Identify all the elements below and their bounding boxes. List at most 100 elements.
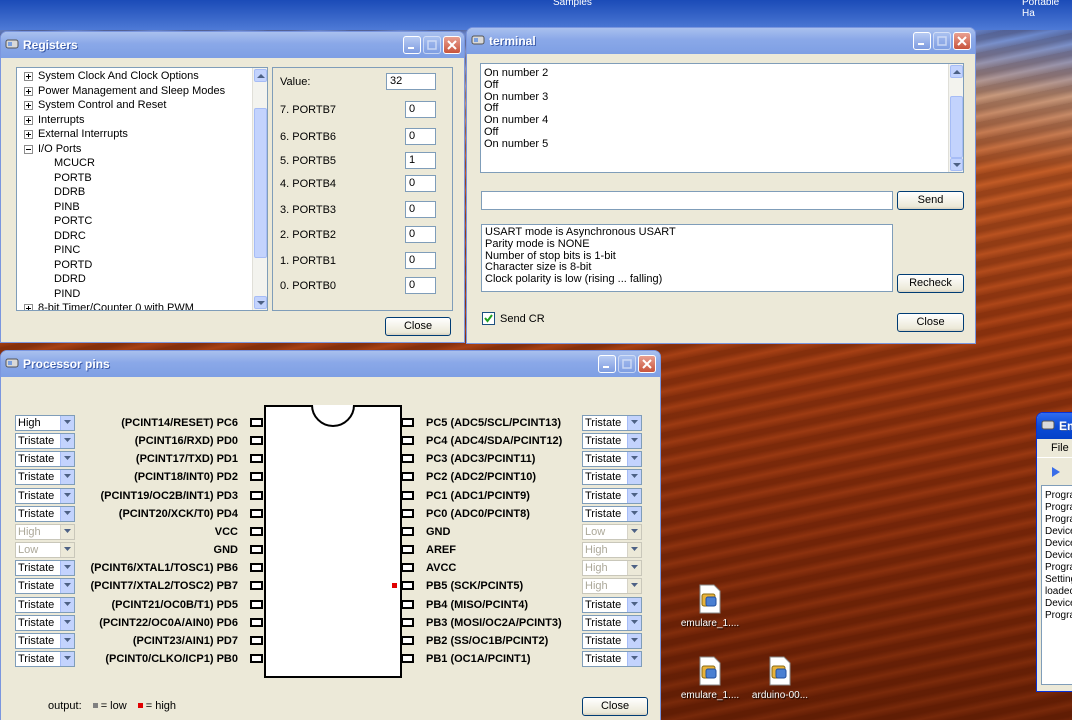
pin-label: GND — [213, 544, 238, 557]
legend-high-swatch — [137, 703, 143, 708]
pin-label: PB5 (SCK/PCINT5) — [426, 580, 524, 593]
maximize-icon — [622, 359, 632, 369]
pin-state-select[interactable]: Tristate — [582, 632, 642, 649]
minimize-icon — [408, 47, 414, 49]
expand-plus-icon[interactable] — [24, 115, 33, 125]
app-icon — [1041, 420, 1055, 430]
pins-close-button[interactable]: Close — [582, 697, 648, 716]
recheck-button[interactable]: Recheck — [897, 274, 964, 293]
close-window-button[interactable] — [638, 355, 656, 373]
pin-state-select[interactable]: Tristate — [582, 505, 642, 522]
register-tree[interactable]: System Clock And Clock Options Power Mana… — [16, 67, 268, 311]
pin-state-value: Tristate — [585, 471, 622, 484]
registers-titlebar[interactable]: Registers — [1, 32, 464, 58]
pin-state-select[interactable]: Tristate — [582, 469, 642, 486]
collapse-minus-icon[interactable] — [24, 144, 33, 154]
output-scrollbar[interactable] — [948, 64, 963, 172]
chevron-down-icon[interactable] — [627, 452, 641, 467]
pin-state-select[interactable]: Tristate — [582, 433, 642, 450]
desktop-icon-emulare-1[interactable]: emulare_1.... — [670, 584, 750, 629]
pin-state-select[interactable]: Tristate — [582, 487, 642, 504]
desktop-icon-arduino[interactable]: arduino-00... — [740, 656, 820, 701]
terminal-output[interactable]: On number 2 Off On number 3 Off On numbe… — [480, 63, 964, 173]
pin-label: PC1 (ADC1/PCINT9) — [426, 489, 530, 502]
scroll-down-icon[interactable] — [950, 158, 963, 171]
expand-plus-icon[interactable] — [24, 304, 33, 310]
menu-file[interactable]: File — [1051, 442, 1069, 454]
minimize-button[interactable] — [913, 32, 931, 50]
legend-low-swatch — [92, 703, 98, 708]
pin-state-select[interactable]: Tristate — [582, 451, 642, 468]
terminal-close-button[interactable]: Close — [897, 313, 964, 332]
pin-stub — [401, 526, 414, 536]
desktop-icon-emulare-2[interactable]: emulare_1.... — [670, 656, 750, 701]
expand-plus-icon[interactable] — [24, 101, 33, 110]
pin-label: PC2 (ADC2/PCINT10) — [426, 471, 537, 484]
pin-label: (PCINT14/RESET) PC6 — [121, 417, 238, 429]
chevron-down-icon[interactable] — [627, 506, 641, 521]
bit-label: 3. PORTB3 — [280, 204, 337, 216]
chip-body — [264, 405, 402, 678]
chevron-down-icon[interactable] — [627, 488, 641, 503]
send-button[interactable]: Send — [897, 191, 964, 210]
pin-state-value: Tristate — [585, 489, 622, 502]
bit-value-field[interactable]: 1 — [405, 152, 436, 169]
bit-value-field[interactable]: 0 — [405, 252, 436, 269]
top-fragment-left: Samples — [553, 0, 592, 8]
pin-label: (PCINT17/TXD) PD1 — [135, 453, 238, 466]
pin-stub — [250, 526, 263, 536]
pin-state-select[interactable]: Tristate — [582, 614, 642, 631]
expand-plus-icon[interactable] — [24, 130, 33, 139]
bit-value-field[interactable]: 0 — [405, 128, 436, 145]
chevron-down-icon[interactable] — [627, 434, 641, 449]
processor-pins-titlebar[interactable]: Processor pins — [1, 351, 660, 377]
expand-plus-icon[interactable] — [24, 86, 33, 96]
send-cr-checkbox[interactable] — [482, 312, 495, 325]
bit-value-field[interactable]: 0 — [405, 101, 436, 118]
registers-close-button[interactable]: Close — [385, 317, 451, 336]
tree-item-label: DDRC — [54, 229, 86, 242]
terminal-titlebar[interactable]: terminal — [467, 28, 975, 54]
chevron-down-icon[interactable] — [627, 651, 641, 666]
tree-item-label: 8-bit Timer/Counter 0 with PWM — [38, 302, 194, 311]
pin-state-select[interactable]: Tristate — [582, 596, 642, 613]
minimize-button[interactable] — [598, 355, 616, 373]
chevron-down-icon — [627, 579, 641, 594]
tree-scrollbar[interactable] — [252, 68, 267, 310]
bit-value-field[interactable]: 0 — [405, 226, 436, 243]
bit-value-field[interactable]: 0 — [405, 201, 436, 218]
minimize-button[interactable] — [403, 36, 421, 54]
close-window-button[interactable] — [443, 36, 461, 54]
terminal-input[interactable] — [481, 191, 893, 210]
expand-plus-icon[interactable] — [24, 72, 33, 81]
file-icon — [697, 584, 723, 614]
pin-label: (PCINT20/XCK/T0) PD4 — [118, 507, 238, 520]
pin-state-select: High — [582, 542, 642, 559]
log-line: Progra — [1045, 610, 1072, 621]
close-icon — [642, 359, 652, 369]
processor-pins-title: Processor pins — [23, 357, 110, 371]
chevron-down-icon[interactable] — [627, 615, 641, 630]
scroll-thumb[interactable] — [254, 108, 267, 258]
file-icon — [767, 656, 793, 686]
chevron-down-icon[interactable] — [627, 633, 641, 648]
pin-state-select[interactable]: Tristate — [582, 650, 642, 667]
scroll-up-icon[interactable] — [254, 69, 267, 82]
pin-state-select[interactable]: Tristate — [582, 415, 642, 431]
scroll-up-icon[interactable] — [950, 65, 963, 78]
chevron-down-icon[interactable] — [627, 470, 641, 485]
pin-stub — [250, 617, 263, 627]
pin-output-high-marker — [392, 583, 397, 589]
play-icon[interactable] — [1051, 466, 1061, 478]
chevron-down-icon[interactable] — [627, 597, 641, 612]
scroll-down-icon[interactable] — [254, 296, 267, 309]
register-value-field[interactable]: 32 — [386, 73, 436, 90]
bit-value-field[interactable]: 0 — [405, 277, 436, 294]
scroll-thumb[interactable] — [950, 96, 963, 158]
pin-state-value: Tristate — [585, 435, 622, 448]
bit-value-field[interactable]: 0 — [405, 175, 436, 192]
chevron-down-icon[interactable] — [627, 416, 641, 430]
close-window-button[interactable] — [953, 32, 971, 50]
tree-item-label: PINB — [54, 200, 80, 213]
emulare-menubar: File — [1037, 439, 1072, 457]
